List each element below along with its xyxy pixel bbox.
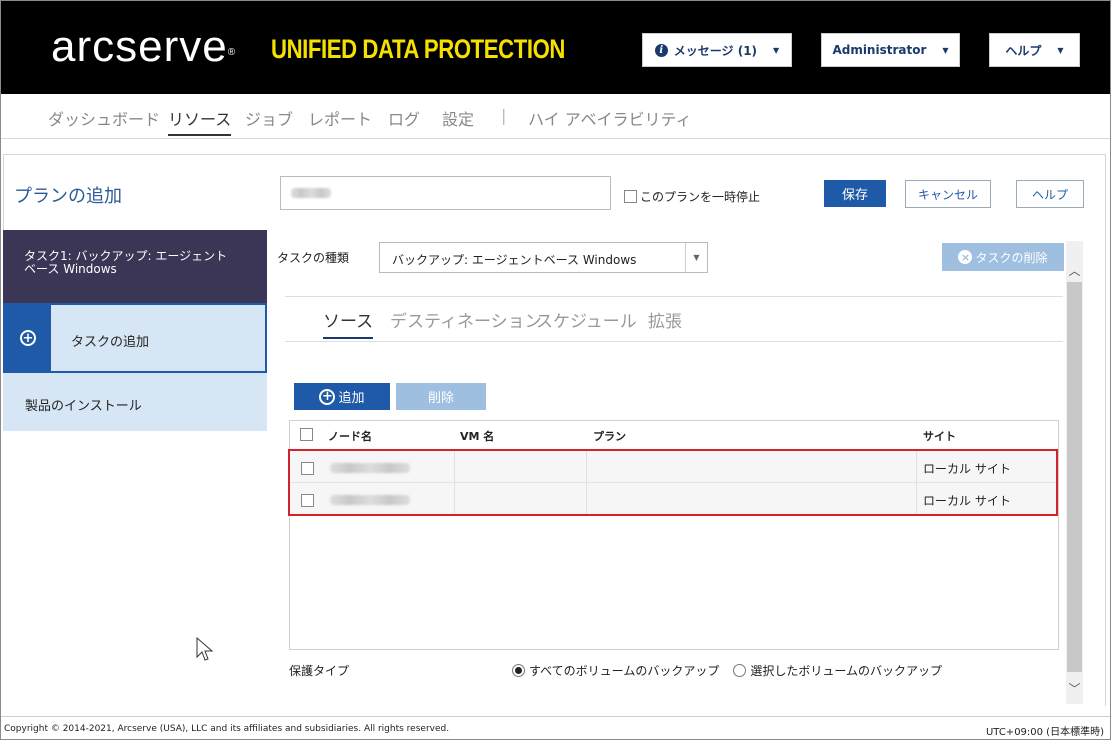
- close-circle-icon: ×: [958, 250, 973, 264]
- radio-dot: [515, 667, 522, 674]
- suspend-plan-checkbox[interactable]: このプランを一時停止: [624, 188, 760, 205]
- nav-logs[interactable]: ログ: [388, 106, 420, 136]
- chevron-down-icon[interactable]: ▼: [685, 243, 707, 272]
- nav-separator: |: [501, 106, 507, 125]
- checkbox[interactable]: [624, 190, 637, 203]
- column-vm-name[interactable]: VM 名: [460, 428, 494, 444]
- nav-jobs[interactable]: ジョブ: [245, 106, 293, 136]
- product-name: UNIFIED DATA PROTECTION: [271, 34, 565, 64]
- scrollbar-thumb[interactable]: [1067, 282, 1082, 672]
- add-node-button[interactable]: + 追加: [294, 383, 390, 410]
- help-menu-button[interactable]: ヘルプ ▼: [989, 33, 1080, 67]
- vertical-scrollbar[interactable]: ︿ ﹀: [1066, 241, 1083, 704]
- select-all-checkbox[interactable]: [300, 428, 313, 441]
- top-header: arcserve® UNIFIED DATA PROTECTION i メッセー…: [1, 1, 1110, 94]
- highlight-box: [288, 449, 1058, 516]
- chevron-down-icon: ▼: [773, 45, 780, 55]
- chevron-up-icon[interactable]: ︿: [1066, 259, 1083, 281]
- task-type-select[interactable]: バックアップ: エージェントベース Windows ▼: [379, 242, 708, 273]
- user-menu-button[interactable]: Administrator ▼: [821, 33, 960, 67]
- redacted-plan-name: [291, 188, 331, 198]
- delete-task-button[interactable]: × タスクの削除: [942, 243, 1064, 271]
- plus-circle-icon: +: [319, 388, 336, 405]
- tabs-bottom-divider: [285, 341, 1063, 342]
- column-plan[interactable]: プラン: [593, 428, 626, 444]
- chevron-down-icon: ▼: [942, 45, 949, 55]
- nav-dashboard[interactable]: ダッシュボード: [48, 106, 160, 136]
- plan-name-input[interactable]: [280, 176, 611, 210]
- add-task-icon-box: +: [5, 305, 51, 371]
- help-button[interactable]: ヘルプ: [1016, 180, 1084, 208]
- protection-type-radios: すべてのボリュームのバックアップ 選択したボリュームのバックアップ: [512, 662, 942, 679]
- remove-node-button[interactable]: 削除: [396, 383, 486, 410]
- save-button[interactable]: 保存: [824, 180, 886, 207]
- cancel-button[interactable]: キャンセル: [905, 180, 991, 208]
- info-icon: i: [654, 43, 668, 57]
- tab-advanced[interactable]: 拡張: [648, 307, 682, 339]
- copyright-text: Copyright © 2014-2021, Arcserve (USA), L…: [4, 724, 450, 734]
- plus-circle-icon: +: [20, 330, 36, 346]
- nav-resources[interactable]: リソース: [168, 106, 232, 136]
- timezone-text: UTC+09:00 (日本標準時): [985, 727, 1104, 738]
- chevron-down-icon[interactable]: ﹀: [1066, 677, 1083, 699]
- tab-schedule[interactable]: スケジュール: [536, 307, 637, 339]
- tab-source[interactable]: ソース: [323, 307, 374, 339]
- table-header: ノード名 VM 名 プラン サイト: [290, 421, 1058, 447]
- sidebar-item-install-product[interactable]: 製品のインストール: [3, 373, 267, 431]
- chevron-down-icon: ▼: [1057, 45, 1064, 55]
- messages-button[interactable]: i メッセージ (1) ▼: [642, 33, 792, 67]
- column-node-name[interactable]: ノード名: [328, 428, 372, 444]
- nav-settings[interactable]: 設定: [442, 106, 474, 136]
- radio-all-volumes[interactable]: [512, 664, 525, 677]
- mouse-cursor-icon: [196, 637, 214, 661]
- footer: Copyright © 2014-2021, Arcserve (USA), L…: [1, 716, 1110, 739]
- arcserve-logo: arcserve®: [51, 22, 237, 71]
- protection-type-label: 保護タイプ: [289, 664, 350, 678]
- task-type-label: タスクの種類: [277, 251, 350, 265]
- sidebar-item-add-task[interactable]: + タスクの追加: [3, 303, 267, 373]
- nav-high-availability[interactable]: ハイ アベイラビリティ: [528, 106, 692, 136]
- nav-reports[interactable]: レポート: [308, 106, 372, 136]
- tabs-top-divider: [285, 296, 1063, 297]
- column-site[interactable]: サイト: [923, 428, 956, 444]
- sidebar-item-task1[interactable]: タスク1: バックアップ: エージェント ベース Windows: [3, 230, 267, 303]
- page-title: プランの追加: [14, 186, 122, 207]
- plan-bar: プランの追加 このプランを一時停止 保存 キャンセル ヘルプ: [3, 154, 1106, 230]
- radio-selected-volumes[interactable]: [733, 664, 747, 677]
- tab-destination[interactable]: デスティネーション: [390, 307, 542, 339]
- main-nav: ダッシュボード リソース ジョブ レポート ログ 設定 | ハイ アベイラビリテ…: [1, 94, 1110, 139]
